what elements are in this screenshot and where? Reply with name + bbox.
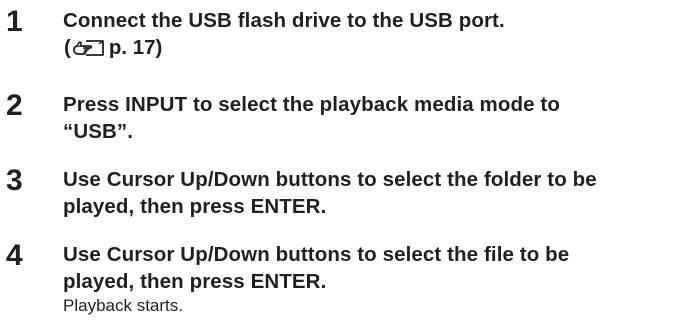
- step-number: 1: [6, 5, 23, 38]
- step-text: Connect the USB flash drive to the USB p…: [63, 9, 505, 32]
- step-body: Use Cursor Up/Down buttons to select the…: [63, 241, 683, 317]
- pointing-hand-page-reference-icon: [72, 39, 104, 56]
- page-ref-open-paren: (: [64, 36, 71, 59]
- step-number: 4: [6, 239, 23, 272]
- step-number: 2: [6, 89, 23, 122]
- step-body: Connect the USB flash drive to the USB p…: [63, 7, 683, 61]
- step-text: Use Cursor Up/Down buttons to select the…: [63, 168, 597, 218]
- step-number: 3: [6, 164, 23, 197]
- page-reference: ( p. 17): [64, 34, 683, 61]
- instruction-steps: 1 Connect the USB flash drive to the USB…: [0, 0, 691, 332]
- step-text: Use Cursor Up/Down buttons to select the…: [63, 243, 570, 293]
- step-text: Press INPUT to select the playback media…: [63, 93, 560, 143]
- step-body: Use Cursor Up/Down buttons to select the…: [63, 166, 683, 220]
- step-note: Playback starts.: [63, 296, 183, 315]
- step-body: Press INPUT to select the playback media…: [63, 91, 683, 145]
- page-ref-label: p. 17): [108, 36, 163, 59]
